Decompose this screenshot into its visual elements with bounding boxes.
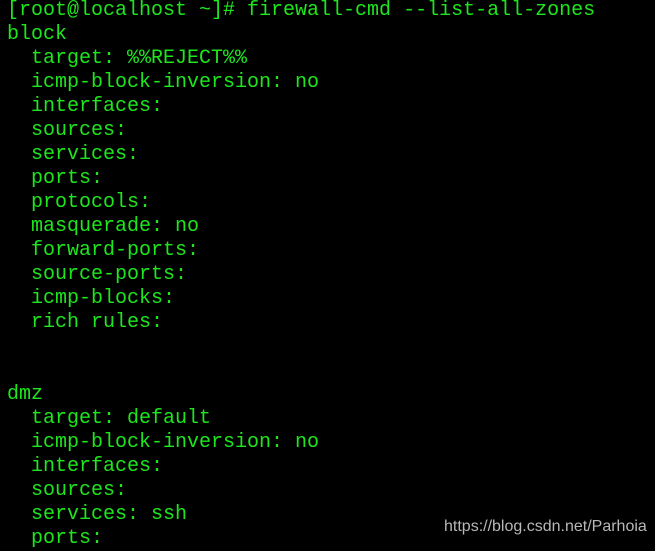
- terminal-line: block: [7, 23, 68, 46]
- terminal-line: interfaces:: [7, 455, 164, 478]
- terminal-line: interfaces:: [7, 95, 164, 118]
- terminal-line: rich rules:: [7, 311, 164, 334]
- terminal-line: icmp-block-inversion: no: [7, 431, 320, 454]
- terminal-output[interactable]: [root@localhost ~]# firewall-cmd --list-…: [7, 0, 595, 551]
- terminal-line: services:: [7, 143, 140, 166]
- terminal-line: sources:: [7, 479, 128, 502]
- terminal-line: ports:: [7, 167, 104, 190]
- terminal-line: icmp-blocks:: [7, 287, 176, 310]
- terminal-line: target: %%REJECT%%: [7, 47, 248, 70]
- terminal-line: protocols:: [7, 191, 152, 214]
- terminal-line: forward-ports:: [7, 239, 200, 262]
- terminal-line: source-ports:: [7, 263, 188, 286]
- terminal-line: sources:: [7, 119, 128, 142]
- command-prompt-line: [root@localhost ~]# firewall-cmd --list-…: [7, 0, 596, 22]
- terminal-line: dmz: [7, 383, 44, 406]
- watermark: https://blog.csdn.net/Parhoia: [444, 518, 647, 535]
- terminal-line: icmp-block-inversion: no: [7, 71, 320, 94]
- terminal-line: masquerade: no: [7, 215, 200, 238]
- terminal-line: target: default: [7, 407, 212, 430]
